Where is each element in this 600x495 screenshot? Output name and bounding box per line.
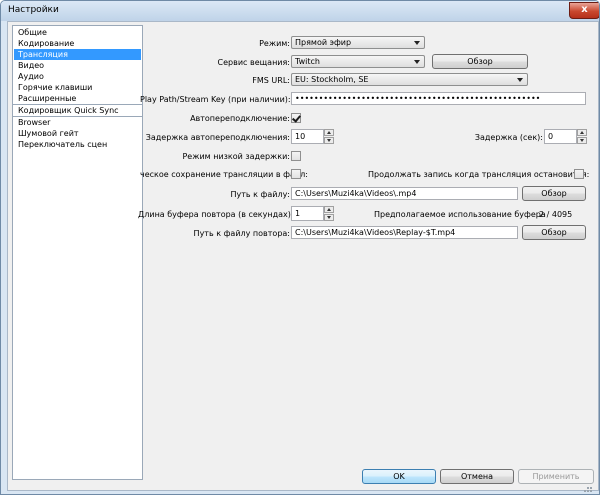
file-path-input[interactable]: C:\Users\Muzi4ka\Videos\.mp4: [291, 187, 518, 200]
delay-input[interactable]: 0: [544, 129, 577, 144]
stream-key-label: Play Path/Stream Key (при наличии):: [140, 95, 291, 104]
service-browse-button[interactable]: Обзор: [432, 54, 528, 69]
apply-button[interactable]: Применить: [518, 469, 594, 484]
replay-length-input[interactable]: 1: [291, 206, 324, 221]
service-dropdown[interactable]: Twitch: [291, 55, 425, 68]
resize-grip-icon[interactable]: [581, 485, 593, 493]
mode-dropdown[interactable]: Прямой эфир: [291, 36, 425, 49]
mode-value: Прямой эфир: [295, 38, 352, 47]
sidebar-item-quicksync[interactable]: Кодировщик Quick Sync: [14, 105, 141, 116]
autoreconnect-checkbox[interactable]: [291, 113, 301, 123]
sidebar-item-encoding[interactable]: Кодирование: [14, 38, 141, 49]
reconnect-delay-stepper[interactable]: [324, 129, 334, 144]
title-bar[interactable]: Настройки x: [1, 1, 599, 21]
fms-url-label: FMS URL:: [252, 76, 290, 85]
low-latency-label: Режим низкой задержки:: [182, 152, 290, 161]
spin-up-icon[interactable]: [324, 206, 334, 213]
chevron-down-icon: [414, 41, 420, 45]
close-button[interactable]: x: [569, 2, 599, 19]
autosave-label: ческое сохранение трансляции в файл:: [140, 170, 308, 179]
service-label: Сервис вещания:: [217, 58, 290, 67]
sidebar-item-general[interactable]: Общие: [14, 27, 141, 38]
spin-down-icon[interactable]: [324, 214, 334, 221]
reconnect-delay-input[interactable]: 10: [291, 129, 324, 144]
spin-up-icon[interactable]: [577, 129, 587, 136]
chevron-down-icon: [414, 60, 420, 64]
continue-recording-checkbox[interactable]: [574, 169, 584, 179]
replay-browse-button[interactable]: Обзор: [522, 225, 586, 240]
sidebar-item-hotkeys[interactable]: Горячие клавиши: [14, 82, 141, 93]
estimated-usage-value: 2 / 4095: [539, 210, 573, 219]
mode-label: Режим:: [259, 39, 290, 48]
close-icon: x: [581, 4, 588, 15]
spin-up-icon[interactable]: [324, 129, 334, 136]
cancel-button[interactable]: Отмена: [440, 469, 514, 484]
sidebar-item-scene-switcher[interactable]: Переключатель сцен: [14, 139, 141, 150]
sidebar-item-video[interactable]: Видео: [14, 60, 141, 71]
replay-path-input[interactable]: C:\Users\Muzi4ka\Videos\Replay-$T.mp4: [291, 226, 518, 239]
spin-down-icon[interactable]: [324, 137, 334, 144]
fms-url-value: EU: Stockholm, SE: [295, 75, 369, 84]
sidebar-item-broadcast[interactable]: Трансляция: [14, 49, 141, 60]
sidebar-item-advanced[interactable]: Расширенные: [14, 93, 141, 104]
client-area: Общие Кодирование Трансляция Видео Аудио…: [7, 21, 599, 491]
low-latency-checkbox[interactable]: [291, 151, 301, 161]
file-path-label: Путь к файлу:: [230, 190, 290, 199]
replay-path-label: Путь к файлу повтора:: [193, 229, 290, 238]
autoreconnect-label: Автопереподключение:: [190, 114, 290, 123]
delay-label: Задержка (сек):: [474, 133, 543, 142]
settings-sidebar: Общие Кодирование Трансляция Видео Аудио…: [12, 25, 143, 480]
fms-url-dropdown[interactable]: EU: Stockholm, SE: [291, 73, 528, 86]
replay-length-label: Длина буфера повтора (в секундах):: [138, 210, 294, 219]
continue-recording-label: Продолжать запись когда трансляция остан…: [368, 170, 590, 179]
settings-window: Настройки x Общие Кодирование Трансляция…: [0, 0, 600, 495]
delay-stepper[interactable]: [577, 129, 587, 144]
estimated-usage-label: Предполагаемое использование буфера: [374, 210, 546, 219]
sidebar-item-noise-gate[interactable]: Шумовой гейт: [14, 128, 141, 139]
service-value: Twitch: [295, 57, 320, 66]
spin-down-icon[interactable]: [577, 137, 587, 144]
sidebar-item-browser[interactable]: Browser: [14, 117, 141, 128]
reconnect-delay-label: Задержка автопереподключения:: [145, 133, 290, 142]
sidebar-item-audio[interactable]: Аудио: [14, 71, 141, 82]
ok-button[interactable]: OK: [362, 469, 436, 484]
window-title: Настройки: [8, 5, 59, 15]
file-browse-button[interactable]: Обзор: [522, 186, 586, 201]
autosave-checkbox[interactable]: [291, 169, 301, 179]
chevron-down-icon: [517, 78, 523, 82]
replay-length-stepper[interactable]: [324, 206, 334, 221]
stream-key-input[interactable]: ••••••••••••••••••••••••••••••••••••••••…: [291, 92, 586, 105]
